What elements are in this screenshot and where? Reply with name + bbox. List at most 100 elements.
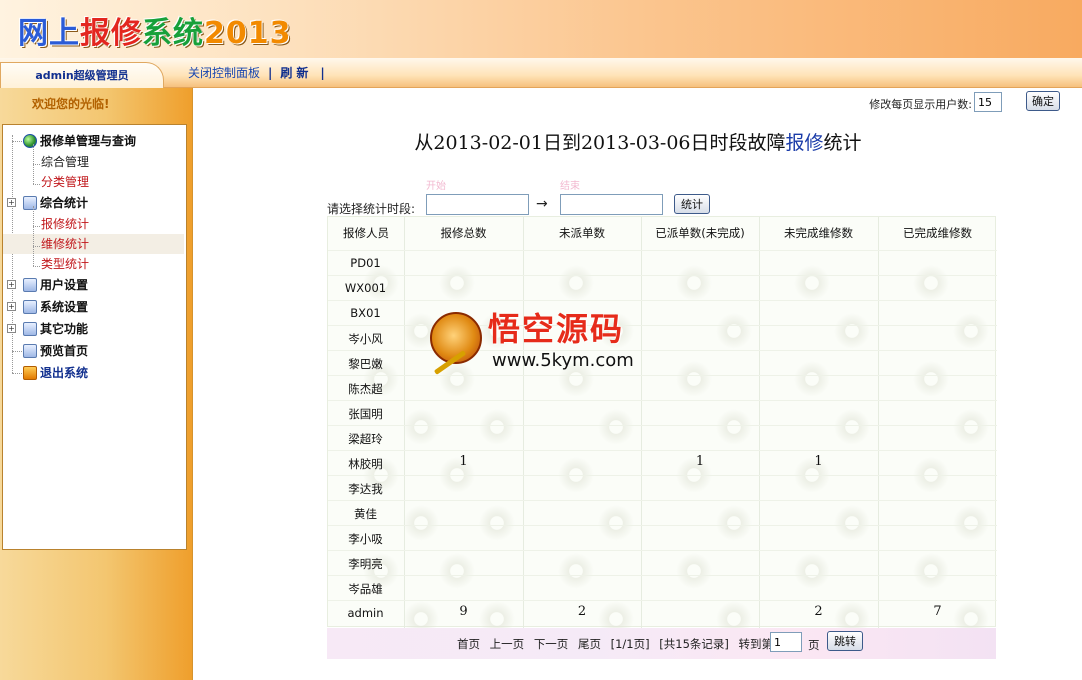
- tree-item-label: 报修单管理与查询: [40, 134, 137, 148]
- tree-item[interactable]: + 系统设置: [3, 297, 184, 317]
- title-suffix: 统计: [823, 132, 862, 154]
- table-cell: 2: [814, 604, 823, 619]
- column-header: 报修总数: [440, 226, 487, 240]
- pager-next[interactable]: 下一页: [534, 637, 569, 651]
- watermark-title: 悟空源码: [488, 310, 625, 348]
- pager-prev[interactable]: 上一页: [490, 637, 525, 651]
- column-divider: [523, 217, 524, 628]
- watermark: 悟空源码 www.5kym.com: [430, 304, 660, 380]
- background-flower-icon: [948, 500, 994, 546]
- refresh-link[interactable]: 刷新: [280, 66, 312, 80]
- table-cell: 9: [459, 604, 468, 619]
- tree-item[interactable]: + 用户设置: [3, 275, 184, 295]
- row-user-name: 黄佳: [354, 507, 377, 521]
- tree-item[interactable]: 分类管理: [3, 164, 184, 192]
- column-divider: [759, 217, 760, 628]
- tree-branch-line: [33, 164, 40, 165]
- table-cell: 1: [695, 454, 705, 469]
- nav-separator: |: [320, 66, 325, 80]
- main-content: 修改每页显示用户数: 确定 从2013-02-01日到2013-03-06日时段…: [194, 88, 1082, 680]
- row-user-name: 陈杰超: [348, 382, 383, 396]
- tree-guide-line: [33, 206, 34, 226]
- row-divider: [328, 500, 997, 501]
- background-flower-icon: [671, 356, 717, 402]
- folder-icon: [23, 322, 37, 336]
- tree-branch-line: [12, 373, 22, 374]
- background-flower-icon: [789, 548, 835, 594]
- row-user-name: 岑小风: [348, 332, 383, 346]
- column-header: 已完成维修数: [903, 226, 972, 240]
- tree-item[interactable]: + 其它功能: [3, 319, 184, 339]
- tree-item-label: 退出系统: [40, 366, 89, 380]
- tree-item-label: 用户设置: [40, 278, 89, 292]
- expand-icon[interactable]: +: [7, 280, 16, 289]
- row-user-name: 林胶明: [348, 457, 383, 471]
- background-flower-icon: [434, 548, 480, 594]
- arrow-icon: →: [536, 196, 548, 212]
- pager-first[interactable]: 首页: [457, 637, 480, 651]
- tree-item[interactable]: + 综合统计: [3, 193, 184, 213]
- expand-icon[interactable]: +: [7, 302, 16, 311]
- tree-branch-line: [12, 351, 22, 352]
- row-divider: [328, 250, 997, 251]
- title-highlight: 报修: [785, 132, 824, 154]
- tree-item[interactable]: 报修统计: [3, 206, 184, 234]
- table-cell: 7: [933, 604, 942, 619]
- goto-page-input[interactable]: [770, 632, 802, 652]
- row-user-name: WX001: [344, 281, 387, 295]
- start-date-input[interactable]: [426, 194, 529, 215]
- user-tab: admin超级管理员: [0, 62, 164, 88]
- perpage-input[interactable]: [974, 92, 1002, 112]
- exit-icon: [23, 366, 37, 380]
- background-flower-icon: [711, 404, 757, 450]
- tree-item-label: 综合统计: [40, 196, 89, 210]
- watermark-url: www.5kym.com: [492, 350, 634, 371]
- row-divider: [328, 600, 997, 601]
- background-flower-icon: [671, 548, 717, 594]
- pager-last[interactable]: 尾页: [578, 637, 601, 651]
- tree-guide-line: [33, 164, 34, 184]
- folder-icon: [23, 196, 37, 210]
- nav-tree: 报修单管理与查询 综合管理分类管理 + 综合统计 报修统计 维修统计 类型统计 + 用户设置 + 系…: [2, 124, 187, 550]
- close-panel-link[interactable]: 关闭控制面板: [188, 66, 260, 80]
- expand-icon[interactable]: +: [7, 324, 16, 333]
- column-header: 未完成维修数: [784, 226, 853, 240]
- filter-label: 请选择统计时段:: [327, 202, 416, 216]
- background-flower-icon: [789, 356, 835, 402]
- row-user-name: admin: [347, 606, 384, 620]
- row-user-name: BX01: [350, 306, 381, 320]
- tree-guide-line: [33, 246, 34, 266]
- pager-page-info: [1/1页]: [610, 637, 650, 651]
- go-button[interactable]: 跳转: [827, 631, 863, 651]
- tree-item-label: 其它功能: [40, 322, 89, 336]
- row-divider: [328, 275, 997, 276]
- row-divider: [328, 550, 997, 551]
- tree-subitem-label: 分类管理: [41, 175, 90, 189]
- tree-branch-line: [12, 141, 22, 142]
- tree-item[interactable]: 维修统计: [3, 226, 184, 254]
- end-date-input[interactable]: [560, 194, 663, 215]
- tree-item[interactable]: 类型统计: [3, 246, 184, 274]
- background-flower-icon: [829, 404, 875, 450]
- row-divider: [328, 350, 997, 351]
- folder-icon: [23, 278, 37, 292]
- background-flower-icon: [553, 548, 599, 594]
- folder-icon: [23, 300, 37, 314]
- tree-item[interactable]: 报修单管理与查询: [3, 131, 184, 151]
- stat-button[interactable]: 统计: [674, 194, 710, 214]
- background-flower-icon: [829, 500, 875, 546]
- title-prefix: 从2013-02-01日到2013-03-06日时段故障: [414, 132, 786, 154]
- expand-icon[interactable]: +: [7, 198, 16, 207]
- tree-guide-line: [33, 144, 34, 164]
- tree-item[interactable]: 预览首页: [3, 341, 184, 361]
- background-flower-icon: [711, 500, 757, 546]
- pager: 首页 上一页 下一页 尾页 [1/1页] [共15条记录] 转到第 页 跳转: [327, 628, 996, 659]
- tree-item[interactable]: 退出系统: [3, 363, 184, 383]
- background-flower-icon: [593, 500, 639, 546]
- confirm-button[interactable]: 确定: [1026, 91, 1060, 111]
- column-divider: [878, 217, 879, 628]
- tree-item[interactable]: 综合管理: [3, 144, 184, 172]
- background-flower-icon: [593, 404, 639, 450]
- row-divider: [328, 475, 997, 476]
- row-divider: [328, 525, 997, 526]
